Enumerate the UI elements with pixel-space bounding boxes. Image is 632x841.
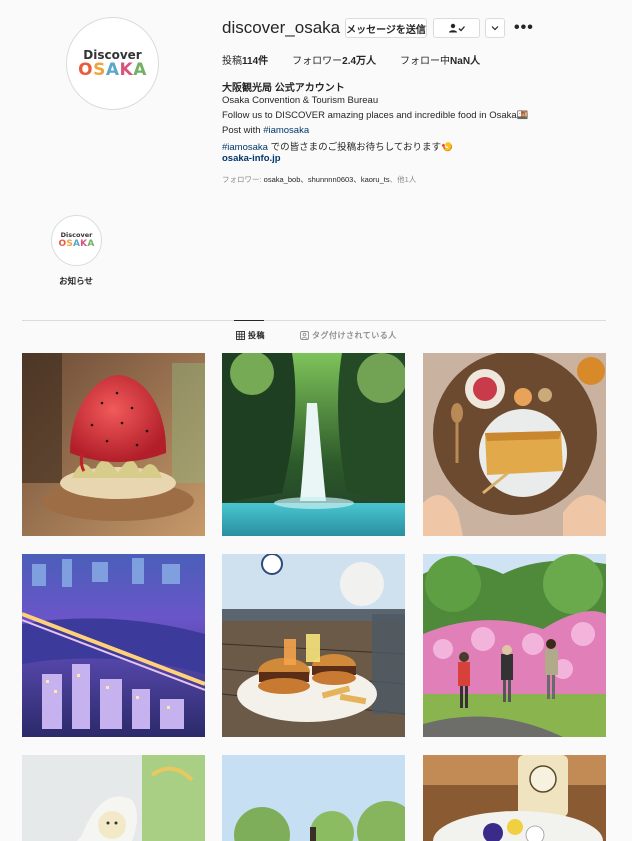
person-check-icon	[448, 23, 465, 33]
hashtag-link[interactable]: #iamosaka	[263, 125, 309, 136]
profile-website-link[interactable]: osaka-info.jp	[222, 153, 281, 164]
suggested-accounts-button[interactable]	[485, 18, 505, 38]
post-image	[22, 554, 205, 737]
post-thumbnail-drink-flowers[interactable]	[423, 755, 606, 841]
post-image	[423, 353, 606, 536]
chevron-down-icon	[491, 26, 499, 31]
story-highlight[interactable]: Discover OSAKA	[51, 215, 102, 266]
tab-posts[interactable]: 投稿	[236, 330, 265, 341]
avatar-logo-osaka: OSAKA	[78, 59, 147, 80]
hashtag-link[interactable]: #iamosaka	[222, 142, 268, 153]
message-button[interactable]: メッセージを送信	[345, 18, 427, 38]
post-thumbnail-burger[interactable]	[222, 554, 405, 737]
post-thumbnail-waterfall[interactable]	[222, 353, 405, 536]
posts-count: 投稿114件	[222, 56, 269, 67]
active-tab-indicator	[234, 320, 264, 321]
profile-stats: 投稿114件 フォロワー2.4万人 フォロー中NaN人	[222, 52, 504, 67]
post-image	[22, 353, 205, 536]
tag-icon	[300, 331, 309, 340]
post-thumbnail-park[interactable]	[222, 755, 405, 841]
grid-icon	[236, 331, 245, 340]
highlight-label[interactable]: お知らせ	[46, 275, 106, 287]
post-image	[222, 353, 405, 536]
bio-line-2: Follow us to DISCOVER amazing places and…	[222, 110, 529, 121]
post-image	[222, 755, 405, 841]
post-thumbnail-shaved-ice[interactable]	[22, 353, 205, 536]
followers-count[interactable]: フォロワー2.4万人	[292, 52, 376, 67]
bio-line-4: #iamosaka での皆さまのご投稿お待ちしております🍤	[222, 142, 453, 153]
profile-username: discover_osaka	[222, 18, 341, 37]
followed-by[interactable]: フォロワー: osaka_bob、shunnnn0603、kaoru_ts、他1…	[222, 174, 416, 185]
post-thumbnail-dessert[interactable]	[22, 755, 205, 841]
profile-avatar[interactable]: Discover OSAKA	[66, 17, 159, 110]
post-image	[222, 554, 405, 737]
post-thumbnail-azalea-hikers[interactable]	[423, 554, 606, 737]
following-count[interactable]: フォロー中NaN人	[400, 52, 480, 67]
post-image	[423, 554, 606, 737]
more-options-icon[interactable]: •••	[514, 18, 534, 38]
tab-tagged[interactable]: タグ付けされている人	[300, 330, 397, 341]
highlight-logo-discover: Discover	[60, 231, 93, 239]
profile-full-name: 大阪観光局 公式アカウント	[222, 83, 345, 94]
post-thumbnail-night-city[interactable]	[22, 554, 205, 737]
bio-line-3: Post with #iamosaka	[222, 125, 310, 136]
post-thumbnail-breakfast[interactable]	[423, 353, 606, 536]
bio-line-1: Osaka Convention & Tourism Bureau	[222, 95, 379, 106]
post-image	[22, 755, 205, 841]
tabs-divider	[22, 320, 606, 321]
following-button[interactable]	[433, 18, 480, 38]
highlight-logo-osaka: OSAKA	[58, 239, 95, 249]
post-image	[423, 755, 606, 841]
